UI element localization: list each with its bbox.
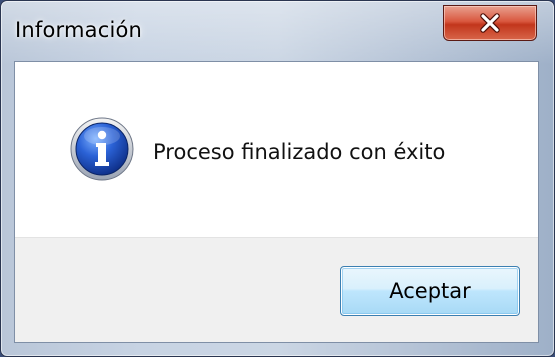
- dialog-client-area: Proceso finalizado con éxito Aceptar: [14, 61, 539, 343]
- dialog-window: Información Proceso finalizado con éxito…: [0, 0, 555, 357]
- button-bar: Aceptar: [15, 237, 538, 342]
- title-bar[interactable]: Información: [1, 1, 554, 59]
- message-area: Proceso finalizado con éxito: [15, 62, 538, 237]
- close-icon: [480, 13, 500, 33]
- info-icon: [70, 117, 134, 181]
- window-title: Información: [15, 18, 143, 42]
- message-text: Proceso finalizado con éxito: [153, 140, 446, 164]
- close-button[interactable]: [443, 5, 537, 41]
- accept-button[interactable]: Aceptar: [340, 266, 520, 316]
